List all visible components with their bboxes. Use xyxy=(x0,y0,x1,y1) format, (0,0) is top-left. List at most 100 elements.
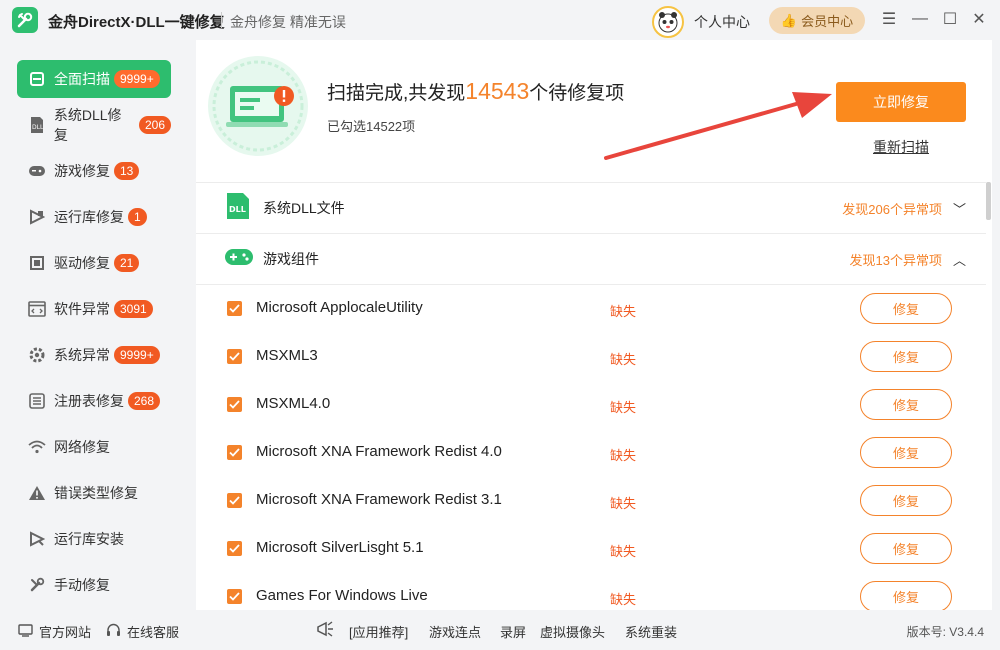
list-item: Microsoft XNA Framework Redist 4.0 缺失 修复 xyxy=(196,429,986,477)
sidebar-item-label: 系统异常 xyxy=(54,345,110,365)
online-service-label: 在线客服 xyxy=(127,622,179,641)
checkbox-checked[interactable] xyxy=(227,541,242,556)
footer: 官方网站 在线客服 [应用推荐] 游戏连点 录屏 虚拟摄像头 系统重装 版本号:… xyxy=(0,610,1000,650)
category-row-game-components[interactable]: 游戏组件 发现13个异常项 ︿ xyxy=(196,235,986,283)
scan-title-prefix: 扫描完成,共发现 xyxy=(327,83,465,104)
sidebar-item-full-scan[interactable]: 全面扫描 9999+ xyxy=(17,60,171,98)
sidebar-item-error-type[interactable]: 错误类型修复 xyxy=(17,474,171,512)
official-site-label: 官方网站 xyxy=(39,622,91,641)
sidebar-item-label: 错误类型修复 xyxy=(54,483,138,503)
minimize-icon[interactable]: — xyxy=(909,8,931,30)
checkbox-checked[interactable] xyxy=(227,301,242,316)
repair-button[interactable]: 修复 xyxy=(860,389,952,420)
gamepad-icon xyxy=(224,245,254,274)
app-title: 金舟DirectX·DLL一键修复 xyxy=(48,11,225,32)
repair-button[interactable]: 修复 xyxy=(860,581,952,610)
category-found-count: 发现206个异常项 xyxy=(842,199,942,218)
settings-menu-icon[interactable]: ☰ xyxy=(878,8,900,30)
sidebar-item-runtime-install[interactable]: 运行库安装 xyxy=(17,520,171,558)
count-badge: 1 xyxy=(128,208,147,226)
registry-icon xyxy=(27,391,47,411)
sidebar-item-registry[interactable]: 注册表修复 268 xyxy=(17,382,171,420)
item-name: Microsoft XNA Framework Redist 4.0 xyxy=(256,443,502,460)
repair-button[interactable]: 修复 xyxy=(860,533,952,564)
count-badge: 206 xyxy=(139,116,171,134)
official-site-link[interactable]: 官方网站 xyxy=(18,622,91,641)
list-item: Microsoft ApplocaleUtility 缺失 修复 xyxy=(196,285,986,333)
svg-text:DLL: DLL xyxy=(32,124,44,131)
count-badge: 268 xyxy=(128,392,160,410)
selected-count: 已勾选14522项 xyxy=(327,116,415,135)
sidebar-item-label: 运行库修复 xyxy=(54,207,124,227)
rescan-link[interactable]: 重新扫描 xyxy=(873,137,929,157)
sidebar-item-system[interactable]: 系统异常 9999+ xyxy=(17,336,171,374)
chevron-up-icon[interactable]: ︿ xyxy=(953,250,966,269)
item-status: 缺失 xyxy=(610,493,636,512)
repair-button[interactable]: 修复 xyxy=(860,293,952,324)
sidebar-item-game[interactable]: 游戏修复 13 xyxy=(17,152,171,190)
sidebar-item-dll[interactable]: DLL 系统DLL修复 206 xyxy=(17,106,171,144)
vip-center-label: 会员中心 xyxy=(801,11,853,30)
checkbox-checked[interactable] xyxy=(227,493,242,508)
close-icon[interactable]: ✕ xyxy=(968,8,990,30)
item-name: Microsoft SilverLisght 5.1 xyxy=(256,539,424,556)
count-badge: 3091 xyxy=(114,300,153,318)
app-logo-icon xyxy=(12,7,38,33)
checkbox-checked[interactable] xyxy=(227,445,242,460)
category-name: 游戏组件 xyxy=(263,249,319,269)
app-recommend-label: [应用推荐] xyxy=(349,622,408,641)
footer-link-system-reinstall[interactable]: 系统重装 xyxy=(625,622,677,641)
item-name: Microsoft ApplocaleUtility xyxy=(256,299,423,316)
sidebar-item-software[interactable]: 软件异常 3091 xyxy=(17,290,171,328)
sidebar-item-label: 全面扫描 xyxy=(54,69,110,89)
wifi-icon xyxy=(27,437,47,457)
main-panel: 扫描完成,共发现14543个待修复项 已勾选14522项 立即修复 重新扫描 D… xyxy=(196,40,992,610)
online-service-link[interactable]: 在线客服 xyxy=(106,622,179,641)
code-icon xyxy=(27,299,47,319)
count-badge: 9999+ xyxy=(114,70,160,88)
repair-button[interactable]: 修复 xyxy=(860,437,952,468)
divider xyxy=(196,182,986,183)
scan-issue-count: 14543 xyxy=(465,78,529,104)
sidebar-item-network[interactable]: 网络修复 xyxy=(17,428,171,466)
monitor-icon xyxy=(18,624,33,640)
scan-result-illustration xyxy=(208,56,308,156)
sidebar-item-driver[interactable]: 驱动修复 21 xyxy=(17,244,171,282)
repair-button[interactable]: 修复 xyxy=(860,485,952,516)
scrollbar-thumb[interactable] xyxy=(986,182,991,220)
category-row-system-dll[interactable]: DLL 系统DLL文件 发现206个异常项 ﹀ xyxy=(196,184,986,232)
fix-now-button[interactable]: 立即修复 xyxy=(836,82,966,122)
sidebar-item-label: 网络修复 xyxy=(54,437,110,457)
sidebar-item-runtime[interactable]: 运行库修复 1 xyxy=(17,198,171,236)
checkbox-checked[interactable] xyxy=(227,397,242,412)
repair-button[interactable]: 修复 xyxy=(860,341,952,372)
title-divider xyxy=(221,12,222,28)
count-badge: 13 xyxy=(114,162,139,180)
driver-icon xyxy=(27,253,47,273)
sidebar-item-manual[interactable]: 手动修复 xyxy=(17,566,171,604)
scan-summary: 扫描完成,共发现14543个待修复项 已勾选14522项 立即修复 重新扫描 xyxy=(196,40,992,182)
install-icon xyxy=(27,529,47,549)
version-label: 版本号: V3.4.4 xyxy=(907,623,984,640)
item-status: 缺失 xyxy=(610,397,636,416)
checkbox-checked[interactable] xyxy=(227,349,242,364)
avatar[interactable] xyxy=(652,6,684,38)
title-bar: 金舟DirectX·DLL一键修复 金舟修复 精准无误 个人中心 👍 会员中心 … xyxy=(0,0,1000,40)
item-name: Games For Windows Live xyxy=(256,587,428,604)
chevron-down-icon[interactable]: ﹀ xyxy=(953,199,966,218)
category-found-count: 发现13个异常项 xyxy=(850,250,942,269)
footer-link-auto-clicker[interactable]: 游戏连点 xyxy=(429,622,481,641)
svg-text:DLL: DLL xyxy=(229,205,246,214)
footer-link-virtual-camera[interactable]: 虚拟摄像头 xyxy=(540,622,605,641)
maximize-icon[interactable]: ☐ xyxy=(939,8,961,30)
item-status: 缺失 xyxy=(610,541,636,560)
item-name: Microsoft XNA Framework Redist 3.1 xyxy=(256,491,502,508)
sidebar-item-label: 软件异常 xyxy=(54,299,110,319)
sidebar-item-label: 系统DLL修复 xyxy=(54,105,135,145)
pointer-arrow-icon xyxy=(596,80,836,170)
user-center-link[interactable]: 个人中心 xyxy=(694,12,750,32)
scan-icon xyxy=(27,69,47,89)
checkbox-checked[interactable] xyxy=(227,589,242,604)
footer-link-screen-record[interactable]: 录屏 xyxy=(500,622,526,641)
vip-center-button[interactable]: 👍 会员中心 xyxy=(769,7,865,34)
